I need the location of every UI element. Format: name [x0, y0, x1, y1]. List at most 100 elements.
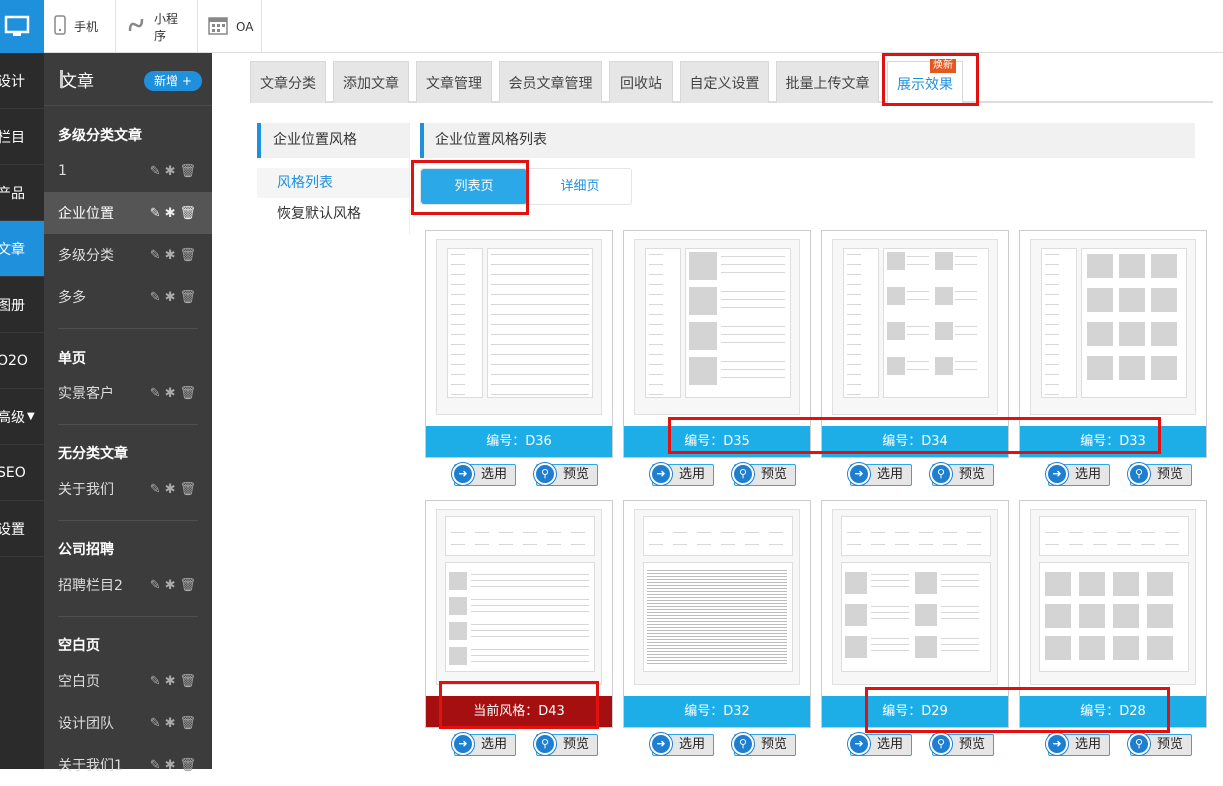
sub-menu: 企业位置风格 风格列表 恢复默认风格	[257, 123, 410, 235]
module-rail: 设计 栏目 产品 文章 图册 O2O 高级▼ SEO 设置	[0, 53, 44, 769]
search-icon: ⚲	[732, 463, 754, 485]
sub-menu-title: 企业位置风格	[257, 123, 409, 158]
preview-button[interactable]: ⚲ 预览	[930, 733, 994, 756]
select-button[interactable]: ➜ 选用	[848, 733, 912, 756]
sidebar-item[interactable]: 关于我们 ✎✱🗑	[44, 468, 212, 510]
rail-item-album[interactable]: 图册	[0, 277, 44, 333]
arrow-right-icon: ➜	[650, 733, 672, 755]
search-icon: ⚲	[930, 463, 952, 485]
rail-item-article[interactable]: 文章	[0, 221, 44, 277]
edit-tools-icon[interactable]: ✎✱🗑	[150, 290, 200, 305]
search-icon: ⚲	[732, 733, 754, 755]
phone-icon	[54, 15, 66, 38]
style-thumbnail[interactable]	[634, 509, 800, 685]
preview-button[interactable]: ⚲ 预览	[1128, 463, 1192, 486]
preview-button[interactable]: ⚲ 预览	[732, 733, 796, 756]
arrow-right-icon: ➜	[1046, 733, 1068, 755]
sidebar-item[interactable]: 关于我们1 ✎✱🗑	[44, 744, 212, 786]
rail-item-o2o[interactable]: O2O	[0, 333, 44, 389]
sidebar-item[interactable]: 实景客户 ✎✱🗑	[44, 372, 212, 414]
rail-item-column[interactable]: 栏目	[0, 109, 44, 165]
desktop-icon[interactable]	[0, 0, 44, 53]
tab-recycle[interactable]: 回收站	[609, 61, 673, 103]
tab-custom[interactable]: 自定义设置	[680, 61, 769, 103]
topnav-oa[interactable]: OA	[198, 0, 262, 53]
rail-item-design[interactable]: 设计	[0, 53, 44, 109]
sidebar-item[interactable]: 招聘栏目2 ✎✱🗑	[44, 564, 212, 606]
search-icon: ⚲	[534, 463, 556, 485]
edit-tools-icon[interactable]: ✎✱🗑	[150, 164, 200, 179]
select-button[interactable]: ➜ 选用	[1046, 463, 1110, 486]
select-button[interactable]: ➜ 选用	[650, 463, 714, 486]
group-title: 多级分类文章	[58, 128, 142, 144]
sidebar-item-active[interactable]: 企业位置 ✎✱🗑	[44, 192, 212, 234]
rail-item-settings[interactable]: 设置	[0, 501, 44, 557]
highlight-box	[668, 417, 1161, 454]
preview-button[interactable]: ⚲ 预览	[534, 733, 598, 756]
sub-item-restore-default[interactable]: 恢复默认风格	[257, 198, 409, 230]
topnav-miniapp[interactable]: 小程序	[116, 0, 198, 53]
arrow-right-icon: ➜	[848, 733, 870, 755]
sidebar-item[interactable]: 多多 ✎✱🗑	[44, 276, 212, 318]
group-title: 空白页	[58, 638, 100, 654]
edit-tools-icon[interactable]: ✎✱🗑	[150, 482, 200, 497]
edit-tools-icon[interactable]: ✎✱🗑	[150, 674, 200, 689]
select-button[interactable]: ➜ 选用	[848, 463, 912, 486]
group-title: 公司招聘	[58, 542, 114, 558]
preview-button[interactable]: ⚲ 预览	[1128, 733, 1192, 756]
edit-tools-icon[interactable]: ✎✱🗑	[150, 578, 200, 593]
style-thumbnail[interactable]	[1030, 509, 1196, 685]
tab-detail-page[interactable]: 详细页	[527, 169, 633, 204]
tab-bulk-upload[interactable]: 批量上传文章	[776, 61, 879, 103]
highlight-box	[882, 53, 979, 106]
select-button[interactable]: ➜ 选用	[650, 733, 714, 756]
style-thumbnail[interactable]	[436, 509, 602, 685]
sidebar-item[interactable]: 多级分类 ✎✱🗑	[44, 234, 212, 276]
topnav-label: 手机	[74, 20, 99, 34]
top-bar: 手机 小程序 OA	[0, 0, 1223, 53]
topnav-label: OA	[236, 19, 254, 34]
edit-tools-icon[interactable]: ✎✱🗑	[150, 758, 200, 773]
edit-tools-icon[interactable]: ✎✱🗑	[150, 206, 200, 221]
arrow-right-icon: ➜	[650, 463, 672, 485]
sidebar-item[interactable]: 空白页 ✎✱🗑	[44, 660, 212, 702]
sidebar-header: 文章 新增 +	[44, 53, 212, 106]
preview-button[interactable]: ⚲ 预览	[534, 463, 598, 486]
style-thumbnail[interactable]	[832, 509, 998, 685]
rail-item-seo[interactable]: SEO	[0, 445, 44, 501]
style-thumbnail[interactable]	[1030, 239, 1196, 415]
preview-button[interactable]: ⚲ 预览	[930, 463, 994, 486]
rail-item-advanced[interactable]: 高级▼	[0, 389, 44, 445]
preview-button[interactable]: ⚲ 预览	[732, 463, 796, 486]
miniapp-icon	[126, 15, 146, 38]
tab-bar: 文章分类 添加文章 文章管理 会员文章管理 回收站 自定义设置 批量上传文章 展…	[250, 59, 1213, 105]
sidebar-item[interactable]: 1 ✎✱🗑	[44, 150, 212, 192]
tab-add[interactable]: 添加文章	[333, 61, 409, 103]
main-content: 文章分类 添加文章 文章管理 会员文章管理 回收站 自定义设置 批量上传文章 展…	[212, 53, 1223, 769]
edit-tools-icon[interactable]: ✎✱🗑	[150, 386, 200, 401]
style-card: 编号：D32	[623, 500, 811, 728]
tab-categories[interactable]: 文章分类	[250, 61, 326, 103]
group-title: 单页	[58, 351, 86, 367]
add-button[interactable]: 新增 +	[144, 71, 202, 91]
search-icon: ⚲	[534, 733, 556, 755]
edit-tools-icon[interactable]: ✎✱🗑	[150, 248, 200, 263]
select-button[interactable]: ➜ 选用	[1046, 733, 1110, 756]
style-thumbnail[interactable]	[832, 239, 998, 415]
select-button[interactable]: ➜ 选用	[452, 733, 516, 756]
arrow-right-icon: ➜	[1046, 463, 1068, 485]
arrow-right-icon: ➜	[452, 733, 474, 755]
style-thumbnail[interactable]	[436, 239, 602, 415]
edit-tools-icon[interactable]: ✎✱🗑	[150, 716, 200, 731]
topnav-phone[interactable]: 手机	[44, 0, 116, 53]
sidebar-item[interactable]: 设计团队 ✎✱🗑	[44, 702, 212, 744]
tab-manage[interactable]: 文章管理	[416, 61, 492, 103]
rail-item-product[interactable]: 产品	[0, 165, 44, 221]
article-sidebar: 文章 新增 + 多级分类文章 1 ✎✱🗑 企业位置 ✎✱🗑 多级分类 ✎✱🗑 多多 ✎✱…	[44, 53, 212, 774]
calendar-icon	[208, 15, 228, 38]
style-thumbnail[interactable]	[634, 239, 800, 415]
select-button[interactable]: ➜ 选用	[452, 463, 516, 486]
tab-member[interactable]: 会员文章管理	[499, 61, 602, 103]
topnav-label: 小程序	[154, 11, 179, 43]
sub-item-style-list[interactable]: 风格列表	[257, 168, 409, 198]
